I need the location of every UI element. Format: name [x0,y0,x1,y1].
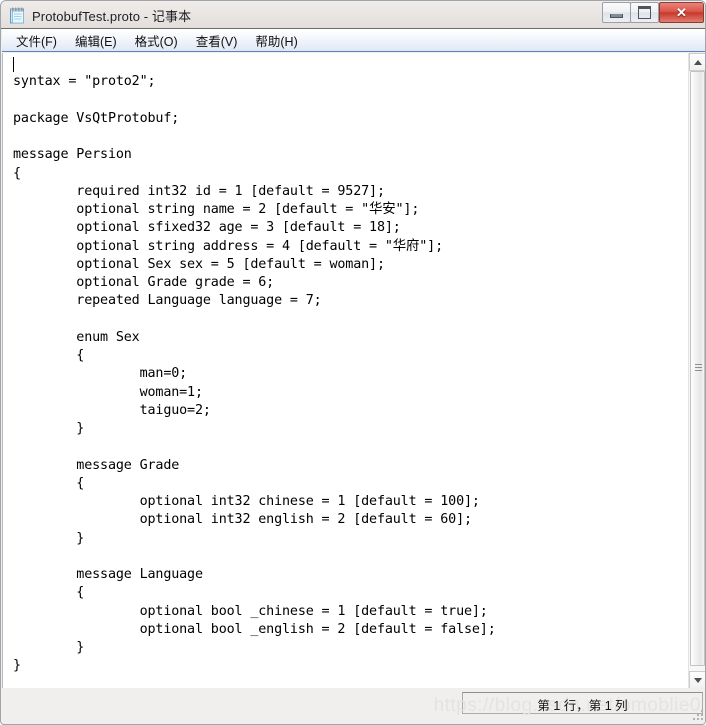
menu-item-format[interactable]: 格式(O) [129,29,185,52]
editor-area: syntax = "proto2"; package VsQtProtobuf;… [2,53,705,689]
scrollbar-track[interactable] [689,71,705,671]
resize-grip-icon[interactable] [691,708,703,720]
editor-text[interactable]: syntax = "proto2"; package VsQtProtobuf;… [13,55,496,676]
scrollbar-grip-icon [695,364,702,373]
status-position-panel: 第 1 行，第 1 列 [462,692,703,714]
close-icon: ✕ [676,5,687,20]
scroll-down-button[interactable] [689,671,705,689]
menu-item-help[interactable]: 帮助(H) [249,29,304,52]
chevron-up-icon [693,59,702,65]
menu-item-edit[interactable]: 编辑(E) [69,29,124,52]
notepad-window: ProtobufTest.proto - 记事本 ✕ 文件(F) 编辑(E) 格… [0,0,706,725]
scrollbar-thumb[interactable] [690,71,705,666]
window-title: ProtobufTest.proto - 记事本 [32,9,192,24]
cursor-position-label: 第 1 行，第 1 列 [537,699,628,713]
minimize-icon [610,13,623,18]
scroll-up-button[interactable] [689,53,705,71]
close-button[interactable]: ✕ [659,2,704,23]
text-editor[interactable]: syntax = "proto2"; package VsQtProtobuf;… [2,53,688,689]
title-bar[interactable]: ProtobufTest.proto - 记事本 ✕ [1,1,705,29]
maximize-button[interactable] [630,2,659,23]
menu-bar: 文件(F) 编辑(E) 格式(O) 查看(V) 帮助(H) [2,29,705,52]
minimize-button[interactable] [602,2,631,23]
status-bar: 第 1 行，第 1 列 [2,688,705,723]
menu-item-file[interactable]: 文件(F) [10,29,64,52]
window-controls: ✕ [602,2,704,24]
menu-item-view[interactable]: 查看(V) [190,29,245,52]
vertical-scrollbar[interactable] [688,53,705,689]
chevron-down-icon [693,677,702,683]
notepad-icon [9,6,26,24]
maximize-icon [638,6,651,19]
